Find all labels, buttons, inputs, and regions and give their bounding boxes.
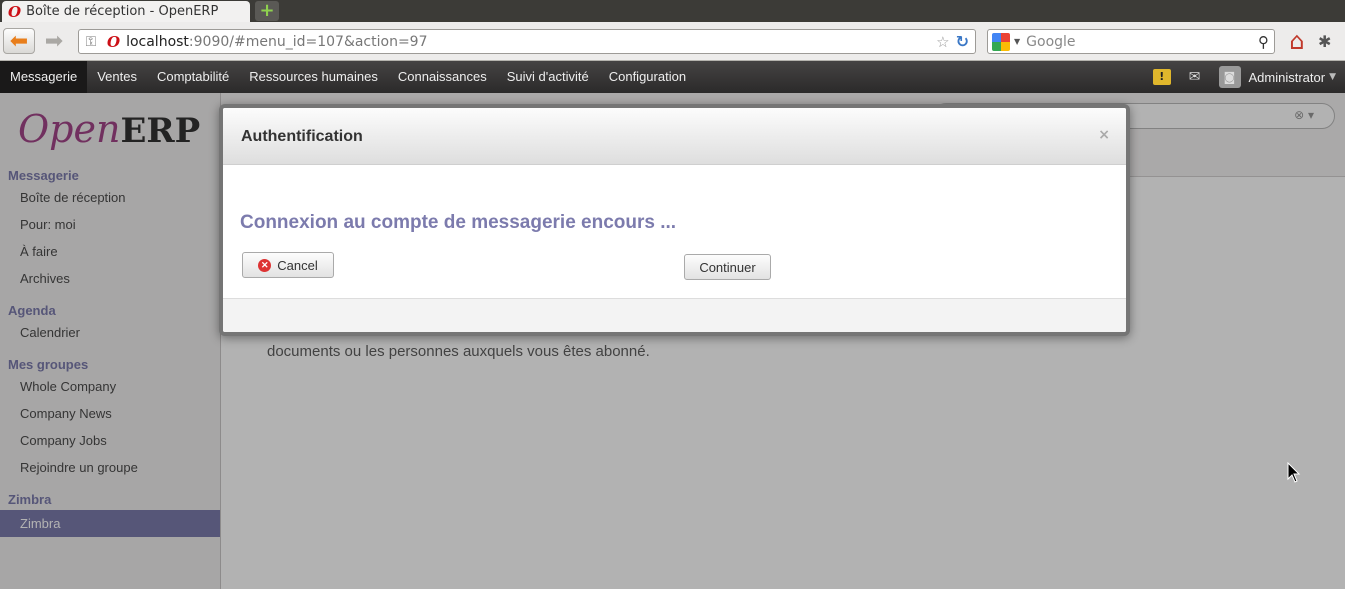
search-bar[interactable]: ▼ Google ⚲ [987, 29, 1275, 54]
url-path: :9090/#menu_id=107&action=97 [188, 33, 428, 50]
dialog-panel: Authentification × Connexion au compte d… [223, 108, 1126, 332]
continue-button[interactable]: Continuer [684, 254, 771, 280]
user-area: ! ✉ ◙ Administrator ▼ [1152, 61, 1345, 93]
cancel-label: Cancel [277, 257, 318, 273]
browser-tab-bar: O Boîte de réception - OpenERP + [0, 0, 1345, 22]
opera-icon: O [107, 32, 121, 51]
warning-icon[interactable]: ! [1152, 69, 1171, 85]
bookmark-star-icon[interactable]: ☆ [936, 33, 949, 51]
dialog-footer [223, 298, 1126, 332]
chevron-down-icon[interactable]: ▼ [1014, 37, 1020, 46]
menu-configuration[interactable]: Configuration [599, 61, 696, 93]
home-icon[interactable]: ⌂ [1284, 28, 1310, 54]
back-arrow-icon: ⬅ [9, 28, 29, 54]
url-host: localhost [126, 33, 189, 50]
back-button[interactable]: ⬅ [3, 28, 35, 54]
new-tab-button[interactable]: + [255, 1, 279, 21]
avatar[interactable]: ◙ [1218, 66, 1241, 88]
opera-icon: O [8, 2, 22, 21]
dialog-header: Authentification × [223, 108, 1126, 165]
search-input[interactable]: Google [1026, 34, 1258, 50]
reload-icon[interactable]: ↻ [956, 32, 969, 51]
key-icon: ⚿ [85, 33, 97, 50]
search-icon[interactable]: ⚲ [1258, 33, 1269, 51]
forward-button[interactable]: ➡ [38, 28, 70, 54]
url-text[interactable]: localhost:9090/#menu_id=107&action=97 [126, 34, 936, 50]
menu-messagerie[interactable]: Messagerie [0, 61, 88, 93]
cancel-button[interactable]: ✕ Cancel [242, 252, 334, 278]
mail-icon[interactable]: ✉ [1189, 69, 1201, 85]
app-top-menu: Messagerie Ventes Comptabilité Ressource… [0, 61, 1345, 93]
dialog-body: Connexion au compte de messagerie encour… [223, 166, 1126, 298]
forward-arrow-icon: ➡ [44, 28, 64, 54]
user-name[interactable]: Administrator [1249, 70, 1326, 85]
tab-title: Boîte de réception - OpenERP [26, 4, 219, 19]
google-icon[interactable] [992, 32, 1010, 51]
authentication-dialog: Authentification × Connexion au compte d… [219, 104, 1130, 336]
menu-connaissances[interactable]: Connaissances [388, 61, 497, 93]
dialog-message: Connexion au compte de messagerie encour… [240, 212, 677, 233]
address-bar[interactable]: ⚿ O localhost:9090/#menu_id=107&action=9… [78, 29, 976, 54]
close-icon[interactable]: × [1098, 127, 1110, 143]
menu-comptabilite[interactable]: Comptabilité [147, 61, 239, 93]
browser-toolbar: ⬅ ➡ ⚿ O localhost:9090/#menu_id=107&acti… [0, 22, 1345, 61]
browser-tab[interactable]: O Boîte de réception - OpenERP [2, 1, 250, 22]
chevron-down-icon[interactable]: ▼ [1329, 72, 1336, 82]
bug-icon[interactable]: ✱ [1318, 32, 1331, 51]
cancel-icon: ✕ [258, 258, 272, 272]
menu-ventes[interactable]: Ventes [87, 61, 147, 93]
dialog-title: Authentification [241, 128, 363, 145]
menu-suivi-activite[interactable]: Suivi d'activité [497, 61, 599, 93]
menu-ressources-humaines[interactable]: Ressources humaines [239, 61, 388, 93]
